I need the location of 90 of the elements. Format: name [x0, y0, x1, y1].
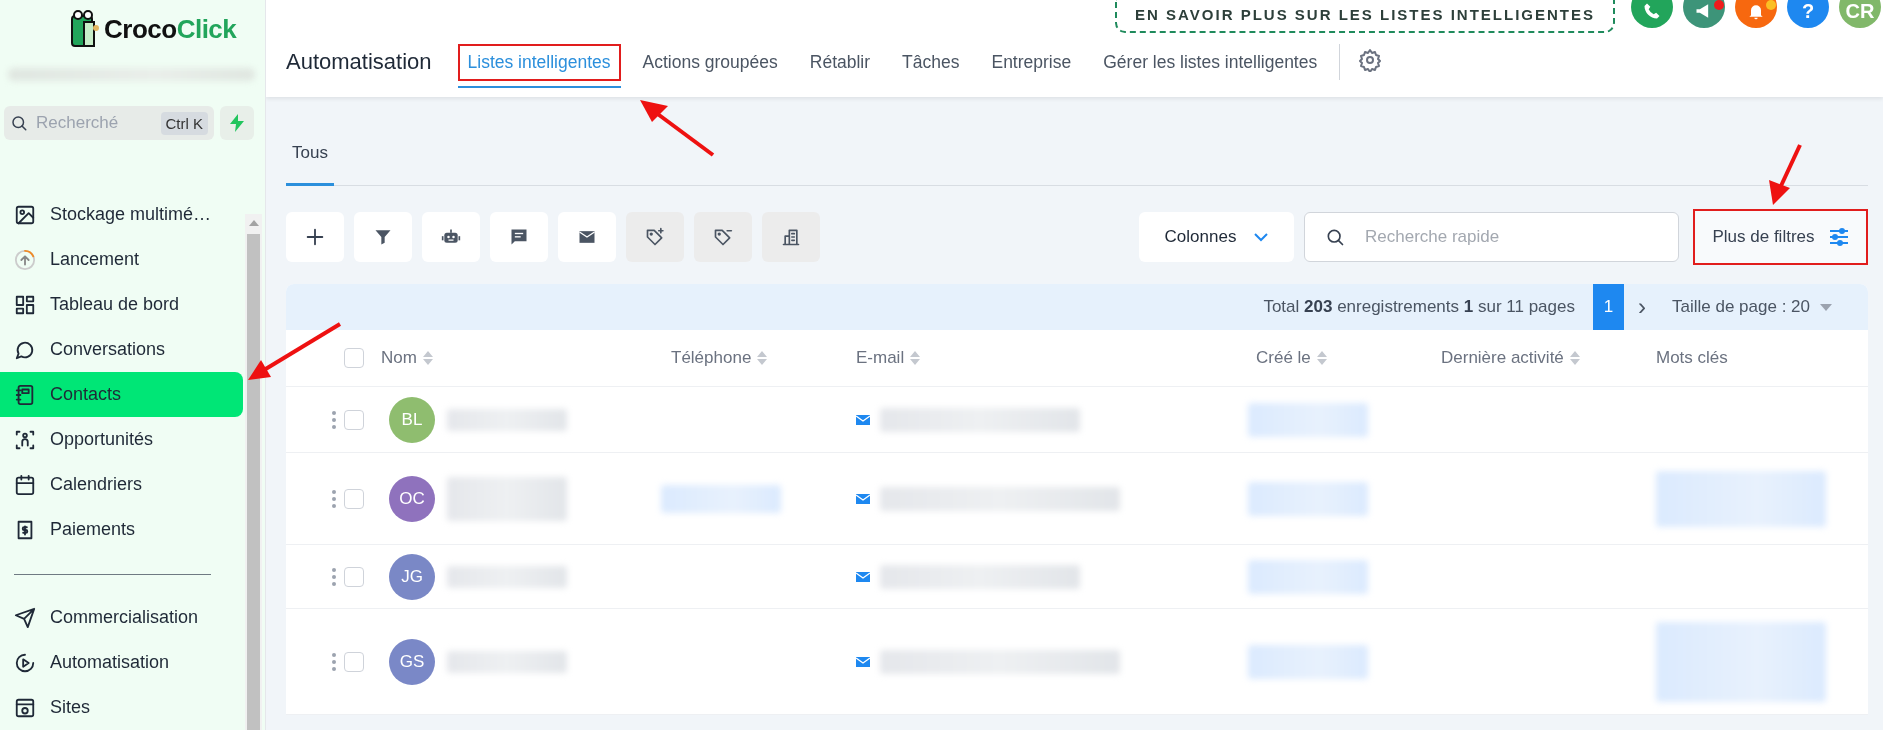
more-filters-button[interactable]: Plus de filtres	[1693, 209, 1868, 265]
records-summary: Total 203 enregistrements 1 sur 11 pages	[1263, 297, 1575, 317]
send-icon	[14, 606, 36, 629]
learn-more-banner[interactable]: EN SAVOIR PLUS SUR LES LISTES INTELLIGENTES	[1115, 0, 1615, 33]
mail-icon	[856, 413, 870, 426]
dashboard-icon	[14, 293, 36, 316]
search-input[interactable]: Recherché	[34, 112, 155, 134]
drag-handle-icon[interactable]	[332, 652, 336, 671]
quick-action-button[interactable]	[220, 106, 254, 140]
contact-book-icon	[14, 383, 36, 406]
settings-icon	[1358, 48, 1383, 72]
shortcut-key: Ctrl K	[160, 111, 208, 135]
tag-minus-icon	[713, 227, 733, 247]
message-icon	[509, 227, 529, 247]
toolbar-button[interactable]	[422, 212, 480, 262]
page-number[interactable]: 1	[1593, 284, 1624, 330]
drag-handle-icon[interactable]	[332, 489, 336, 508]
image-icon	[14, 203, 36, 226]
row-checkbox[interactable]	[344, 566, 364, 587]
sort-icon	[756, 350, 769, 366]
help-button[interactable]: ?	[1787, 0, 1829, 28]
column-header[interactable]: Créé le	[1256, 348, 1328, 368]
column-header[interactable]: Nom	[381, 348, 434, 368]
contact-avatar: JG	[389, 553, 435, 600]
nav-tab[interactable]: Tâches	[892, 43, 970, 88]
search-icon	[1325, 227, 1345, 247]
calendar-icon	[14, 473, 36, 496]
sidebar-item[interactable]: Lancement	[0, 237, 243, 282]
search-field[interactable]: Recherché Ctrl K	[4, 106, 214, 140]
toolbar-button[interactable]	[490, 212, 548, 262]
row-checkbox[interactable]	[344, 409, 364, 430]
sort-icon	[1315, 350, 1328, 366]
sidebar-item[interactable]: Stockage multimé…	[0, 192, 243, 237]
page-title: Automatisation	[286, 49, 432, 75]
sort-icon	[909, 350, 922, 366]
nav-tab[interactable]: Gérer les listes intelligentes	[1093, 43, 1328, 88]
row-checkbox[interactable]	[344, 651, 364, 672]
mail-icon	[856, 570, 870, 583]
website-icon	[14, 696, 36, 719]
mail-icon	[856, 655, 870, 668]
annotation-arrow	[1769, 144, 1802, 205]
lightning-icon	[229, 114, 245, 132]
next-page-button[interactable]: ›	[1632, 293, 1652, 321]
upload-circle-icon	[14, 248, 36, 271]
play-circle-icon	[14, 651, 36, 674]
brand-name: CrocoClick	[104, 13, 237, 45]
sidebar-item[interactable]: Commercialisation	[0, 595, 243, 640]
column-header[interactable]: Téléphone	[671, 348, 769, 368]
columns-dropdown[interactable]: Colonnes	[1139, 212, 1294, 262]
toolbar-button[interactable]	[558, 212, 616, 262]
column-header[interactable]: E-mail	[856, 348, 922, 368]
toolbar-button[interactable]	[354, 212, 412, 262]
chevron-down-icon	[1254, 232, 1269, 242]
drag-handle-icon[interactable]	[332, 567, 336, 586]
sidebar-item[interactable]: Calendriers	[0, 462, 243, 507]
nav-tab[interactable]: Entreprise	[981, 43, 1082, 88]
sidebar-item[interactable]: Contacts	[0, 372, 243, 417]
toolbar-button[interactable]	[286, 212, 344, 262]
filter-icon	[373, 227, 393, 247]
search-icon	[10, 114, 28, 132]
sidebar-item[interactable]: Tableau de bord	[0, 282, 243, 327]
row-checkbox[interactable]	[344, 488, 364, 509]
tag-plus-icon	[645, 227, 665, 247]
caret-icon	[1820, 303, 1832, 311]
contact-avatar: BL	[389, 396, 435, 443]
contact-avatar: OC	[389, 475, 435, 522]
sliders-icon	[1828, 228, 1849, 246]
contact-avatar: GS	[389, 638, 435, 685]
nav-tab[interactable]: Actions groupées	[632, 43, 788, 88]
sidebar-item[interactable]: Paiements	[0, 507, 243, 552]
building-icon	[781, 227, 801, 247]
drag-handle-icon[interactable]	[332, 410, 336, 429]
quick-search-field[interactable]: Recherche rapide	[1304, 212, 1679, 262]
filter-tab[interactable]: Tous	[286, 143, 334, 186]
select-all-checkbox[interactable]	[344, 348, 364, 368]
sidebar-item[interactable]: Automatisation	[0, 640, 243, 685]
scrollbar[interactable]	[245, 214, 262, 730]
column-header[interactable]: Dernière activité	[1441, 348, 1581, 368]
plus-icon	[304, 226, 326, 248]
crocodile-logo-icon	[70, 10, 100, 48]
column-header[interactable]: Mots clés	[1656, 348, 1728, 368]
nav-tab[interactable]: Rétablir	[799, 43, 881, 88]
sort-icon	[421, 350, 434, 366]
mail-icon	[856, 492, 870, 505]
page-size-dropdown[interactable]: Taille de page : 20	[1666, 296, 1838, 318]
sidebar-item[interactable]: Opportunités	[0, 417, 243, 462]
sidebar-item[interactable]: Sites	[0, 685, 243, 730]
people-focus-icon	[14, 428, 36, 451]
sidebar-item[interactable]: Conversations	[0, 327, 243, 372]
sort-icon	[1568, 350, 1581, 366]
